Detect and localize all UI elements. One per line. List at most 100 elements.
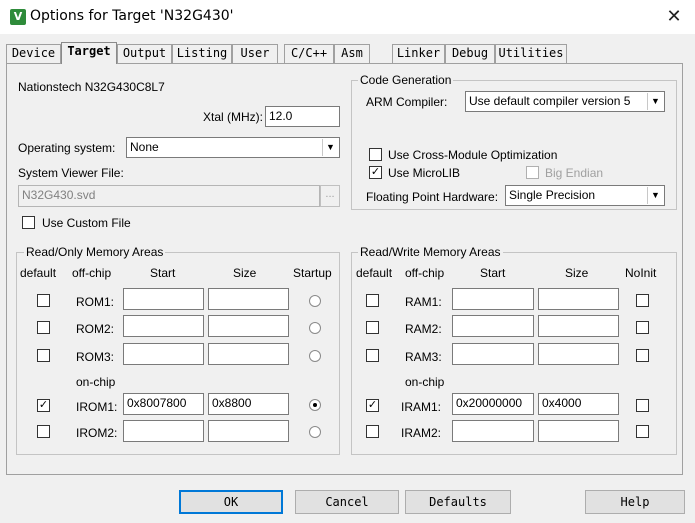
keil-icon: V — [10, 9, 26, 25]
ram-onchip-label: on-chip — [405, 375, 445, 389]
rom2-label: ROM2: — [76, 322, 115, 336]
svd-input[interactable]: N32G430.svd — [18, 185, 320, 207]
irom2-startup-radio[interactable] — [309, 426, 321, 438]
irom1-start-input[interactable]: 0x8007800 — [123, 393, 204, 415]
rom-header-startup: Startup — [293, 266, 332, 280]
tab-c-cpp[interactable]: C/C++ — [284, 44, 334, 63]
close-icon[interactable]: ✕ — [663, 6, 685, 28]
tab-device[interactable]: Device — [6, 44, 61, 63]
rom3-startup-radio[interactable] — [309, 350, 321, 362]
compiler-label: ARM Compiler: — [366, 95, 448, 109]
irom1-startup-radio[interactable] — [309, 399, 321, 411]
irom2-size-input[interactable] — [208, 420, 289, 442]
window-title: Options for Target 'N32G430' — [30, 8, 234, 24]
tab-debug[interactable]: Debug — [445, 44, 495, 63]
ram2-start-input[interactable] — [452, 315, 534, 337]
help-button[interactable]: Help — [585, 490, 685, 514]
chevron-down-icon[interactable]: ▼ — [647, 93, 663, 110]
ram1-noinit-checkbox[interactable] — [636, 294, 649, 307]
ram1-label: RAM1: — [405, 295, 442, 309]
microlib-label: Use MicroLIB — [388, 166, 461, 180]
ram-header-default: default — [356, 266, 393, 280]
rom1-default-checkbox[interactable] — [37, 294, 50, 307]
iram2-noinit-checkbox[interactable] — [636, 425, 649, 438]
rom-header-start: Start — [150, 266, 176, 280]
ram3-start-input[interactable] — [452, 343, 534, 365]
chevron-down-icon[interactable]: ▼ — [647, 187, 663, 204]
ram2-size-input[interactable] — [538, 315, 619, 337]
rom1-size-input[interactable] — [208, 288, 289, 310]
rom3-default-checkbox[interactable] — [37, 349, 50, 362]
big-endian-label: Big Endian — [545, 166, 604, 180]
iram1-label: IRAM1: — [401, 400, 442, 414]
ram-header-offchip: off-chip — [405, 266, 445, 280]
cross-module-checkbox[interactable] — [369, 148, 382, 161]
rom-group-title: Read/Only Memory Areas — [24, 245, 166, 259]
iram2-size-input[interactable] — [538, 420, 619, 442]
os-label: Operating system: — [18, 141, 116, 155]
big-endian-checkbox[interactable] — [526, 166, 539, 179]
rom2-startup-radio[interactable] — [309, 322, 321, 334]
use-custom-file-label: Use Custom File — [42, 216, 131, 230]
irom2-default-checkbox[interactable] — [37, 425, 50, 438]
ram1-size-input[interactable] — [538, 288, 619, 310]
rom2-size-input[interactable] — [208, 315, 289, 337]
xtal-label: Xtal (MHz): — [203, 110, 263, 124]
rom-header-default: default — [20, 266, 57, 280]
xtal-input[interactable]: 12.0 — [265, 106, 340, 127]
title-bar: V Options for Target 'N32G430' ✕ — [0, 0, 695, 34]
svd-browse-button[interactable]: ... — [320, 185, 340, 207]
iram1-start-input[interactable]: 0x20000000 — [452, 393, 534, 415]
ram3-default-checkbox[interactable] — [366, 349, 379, 362]
fpu-value: Single Precision — [509, 188, 596, 202]
tab-listing[interactable]: Listing — [172, 44, 232, 63]
rom3-size-input[interactable] — [208, 343, 289, 365]
iram2-start-input[interactable] — [452, 420, 534, 442]
tab-output[interactable]: Output — [117, 44, 172, 63]
rom2-start-input[interactable] — [123, 315, 204, 337]
ram3-noinit-checkbox[interactable] — [636, 349, 649, 362]
ram-header-noinit: NoInit — [625, 266, 657, 280]
rom3-start-input[interactable] — [123, 343, 204, 365]
tab-user[interactable]: User — [232, 44, 278, 63]
tab-linker[interactable]: Linker — [392, 44, 445, 63]
iram1-default-checkbox[interactable]: ✓ — [366, 399, 379, 412]
ram3-label: RAM3: — [405, 350, 442, 364]
irom1-default-checkbox[interactable]: ✓ — [37, 399, 50, 412]
ok-button[interactable]: OK — [179, 490, 283, 514]
rom1-start-input[interactable] — [123, 288, 204, 310]
iram2-label: IRAM2: — [401, 426, 442, 440]
iram1-noinit-checkbox[interactable] — [636, 399, 649, 412]
ram2-default-checkbox[interactable] — [366, 321, 379, 334]
ram2-label: RAM2: — [405, 322, 442, 336]
tab-asm[interactable]: Asm — [334, 44, 370, 63]
rom1-startup-radio[interactable] — [309, 295, 321, 307]
ram1-start-input[interactable] — [452, 288, 534, 310]
defaults-button[interactable]: Defaults — [405, 490, 511, 514]
rom-onchip-label: on-chip — [76, 375, 116, 389]
ram-group-title: Read/Write Memory Areas — [358, 245, 503, 259]
chevron-down-icon[interactable]: ▼ — [322, 139, 338, 156]
tab-utilities[interactable]: Utilities — [495, 44, 567, 63]
irom2-label: IROM2: — [76, 426, 118, 440]
tab-target[interactable]: Target — [61, 42, 117, 64]
ram2-noinit-checkbox[interactable] — [636, 321, 649, 334]
iram2-default-checkbox[interactable] — [366, 425, 379, 438]
os-select[interactable]: None ▼ — [126, 137, 340, 158]
irom2-start-input[interactable] — [123, 420, 204, 442]
irom1-size-input[interactable]: 0x8800 — [208, 393, 289, 415]
svd-label: System Viewer File: — [18, 166, 124, 180]
ram1-default-checkbox[interactable] — [366, 294, 379, 307]
cross-module-label: Use Cross-Module Optimization — [388, 148, 558, 162]
microlib-checkbox[interactable]: ✓ — [369, 166, 382, 179]
irom1-label: IROM1: — [76, 400, 118, 414]
ram3-size-input[interactable] — [538, 343, 619, 365]
ram-header-size: Size — [565, 266, 589, 280]
cancel-button[interactable]: Cancel — [295, 490, 399, 514]
compiler-select[interactable]: Use default compiler version 5 ▼ — [465, 91, 665, 112]
fpu-select[interactable]: Single Precision ▼ — [505, 185, 665, 206]
rom2-default-checkbox[interactable] — [37, 321, 50, 334]
rom3-label: ROM3: — [76, 350, 115, 364]
use-custom-file-checkbox[interactable] — [22, 216, 35, 229]
iram1-size-input[interactable]: 0x4000 — [538, 393, 619, 415]
